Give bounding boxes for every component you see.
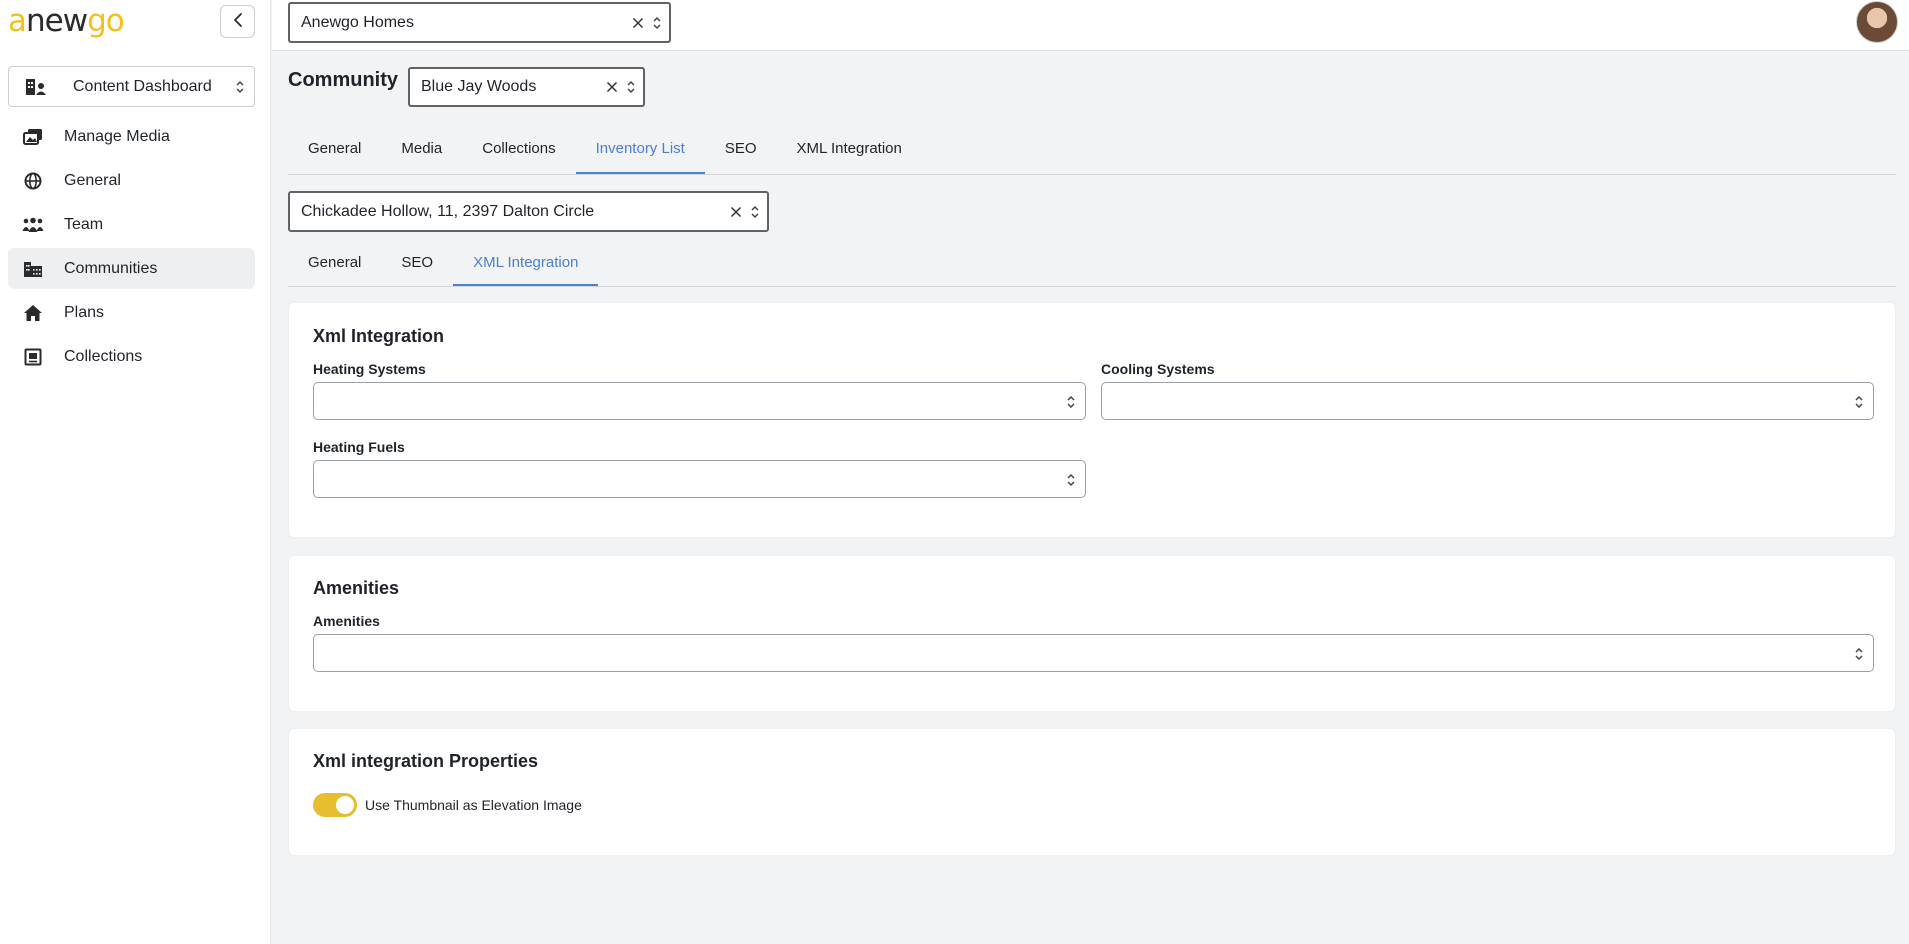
amenities-select[interactable] [313, 634, 1874, 672]
inventory-lot-select-value: Chickadee Hollow, 11, 2397 Dalton Circle [301, 202, 595, 220]
chevron-up-down-icon [750, 204, 760, 220]
anewgo-logo[interactable]: anewgo [8, 3, 125, 39]
inventory-tabs: General SEO XML Integration [288, 241, 1896, 287]
heating-fuels-select[interactable] [313, 460, 1086, 498]
sidebar-item-label: Communities [64, 259, 158, 277]
clear-icon[interactable] [632, 17, 644, 29]
clear-icon[interactable] [606, 81, 618, 93]
amenities-card: Amenities Amenities [288, 555, 1896, 712]
collapse-sidebar-button[interactable] [220, 5, 255, 38]
dashboard-select-label: Content Dashboard [73, 77, 212, 95]
tab-general[interactable]: General [288, 124, 381, 174]
logo-part-a: a [8, 3, 27, 39]
subtab-seo[interactable]: SEO [381, 241, 453, 286]
card-title: Xml integration Properties [313, 751, 539, 771]
use-thumbnail-toggle-label: Use Thumbnail as Elevation Image [365, 797, 582, 813]
chevron-up-down-icon [1066, 472, 1076, 488]
tab-seo[interactable]: SEO [705, 124, 777, 174]
heating-fuels-label: Heating Fuels [313, 439, 405, 455]
globe-icon [22, 172, 44, 190]
sidebar-item-plans[interactable]: Plans [8, 292, 255, 333]
sidebar-item-label: General [64, 171, 121, 189]
chevron-up-down-icon [652, 15, 662, 31]
community-select[interactable]: Blue Jay Woods [408, 67, 645, 107]
chevron-up-down-icon [626, 79, 636, 95]
sidebar-item-label: Collections [64, 347, 143, 365]
use-thumbnail-toggle[interactable] [313, 793, 357, 817]
top-bar: Anewgo Homes [272, 0, 1909, 51]
logo-part-go: go [87, 3, 125, 39]
sidebar: anewgo Content Dashboard Manage Media Ge… [0, 0, 271, 944]
people-group-icon [22, 217, 44, 233]
sidebar-item-communities[interactable]: Communities [8, 248, 255, 289]
card-title: Xml Integration [313, 326, 445, 346]
tab-collections[interactable]: Collections [462, 124, 575, 174]
sidebar-nav: Manage Media General Team Communities Pl… [8, 116, 255, 380]
user-avatar[interactable] [1856, 1, 1898, 43]
subtab-general[interactable]: General [288, 241, 381, 286]
chevron-up-down-icon [235, 79, 245, 95]
card-title: Amenities [313, 578, 400, 598]
sidebar-item-collections[interactable]: Collections [8, 336, 255, 377]
chevron-up-down-icon [1066, 394, 1076, 410]
heating-systems-select[interactable] [313, 382, 1086, 420]
images-icon [22, 128, 44, 146]
community-tabs: General Media Collections Inventory List… [288, 124, 1896, 175]
sidebar-item-label: Manage Media [64, 127, 170, 145]
tab-media[interactable]: Media [381, 124, 462, 174]
chevron-up-down-icon [1854, 646, 1864, 662]
heating-systems-label: Heating Systems [313, 361, 426, 377]
chevron-left-icon [233, 13, 243, 30]
community-label: Community [288, 69, 398, 91]
xml-properties-card: Xml integration Properties Use Thumbnail… [288, 728, 1896, 856]
chevron-up-down-icon [1854, 394, 1864, 410]
sidebar-item-general[interactable]: General [8, 160, 255, 201]
sidebar-item-manage-media[interactable]: Manage Media [8, 116, 255, 157]
sidebar-item-label: Plans [64, 303, 105, 321]
clear-icon[interactable] [730, 206, 742, 218]
tab-inventory-list[interactable]: Inventory List [575, 124, 705, 174]
collection-icon [22, 348, 44, 366]
amenities-label: Amenities [313, 613, 380, 629]
dashboard-select[interactable]: Content Dashboard [8, 66, 255, 107]
city-icon [22, 260, 44, 278]
building-user-icon [25, 78, 53, 96]
sidebar-item-team[interactable]: Team [8, 204, 255, 245]
cooling-systems-select[interactable] [1101, 382, 1874, 420]
subtab-xml-integration[interactable]: XML Integration [453, 241, 599, 286]
organization-select[interactable]: Anewgo Homes [288, 2, 671, 43]
cooling-systems-label: Cooling Systems [1101, 361, 1215, 377]
tab-xml-integration[interactable]: XML Integration [777, 124, 922, 174]
community-select-value: Blue Jay Woods [421, 78, 537, 95]
logo-part-new: new [26, 3, 88, 39]
xml-integration-card: Xml Integration Heating Systems Cooling … [288, 302, 1896, 538]
app-root: anewgo Content Dashboard Manage Media Ge… [0, 0, 1909, 944]
organization-select-value: Anewgo Homes [301, 13, 414, 31]
home-icon [22, 304, 44, 322]
toggle-knob [336, 796, 354, 814]
inventory-lot-select[interactable]: Chickadee Hollow, 11, 2397 Dalton Circle [288, 191, 769, 232]
sidebar-item-label: Team [64, 215, 104, 233]
